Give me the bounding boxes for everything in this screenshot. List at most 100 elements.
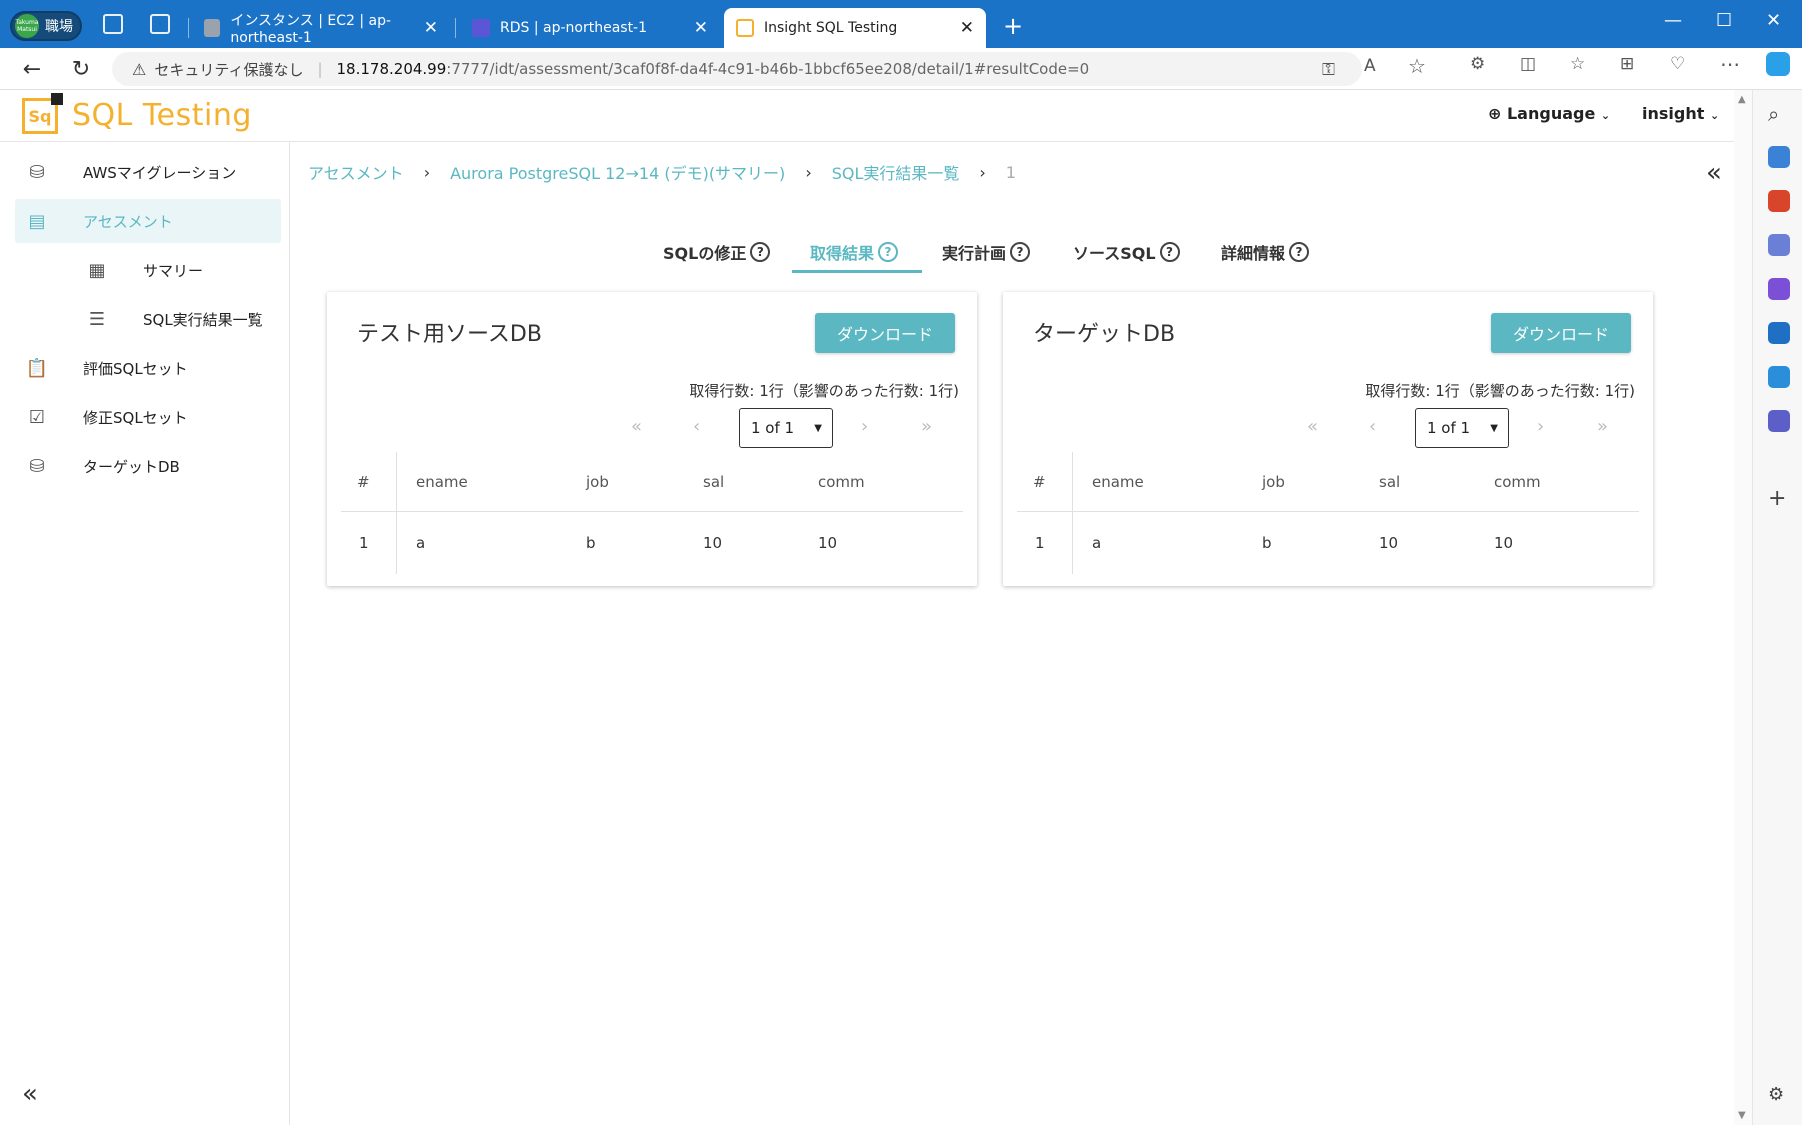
tab-actions-icon[interactable] — [150, 14, 170, 34]
browser-tab-ec2[interactable]: インスタンス | EC2 | ap-northeast-1 ✕ — [192, 8, 450, 48]
teams-icon[interactable] — [1768, 410, 1790, 432]
minimize-icon[interactable]: — — [1664, 10, 1682, 31]
database-icon: ⛁ — [29, 455, 45, 477]
page-select[interactable]: 1 of 1 ▼ — [739, 408, 833, 448]
add-sidebar-icon[interactable]: + — [1768, 486, 1790, 511]
new-tab-icon[interactable]: + — [1003, 12, 1023, 40]
scroll-up-icon[interactable]: ▲ — [1738, 94, 1746, 105]
outlook-icon[interactable] — [1768, 322, 1790, 344]
favorites-icon[interactable]: ☆ — [1570, 54, 1585, 74]
table-cell: a — [416, 534, 426, 552]
collapse-panel-icon[interactable]: « — [1706, 158, 1722, 188]
language-menu[interactable]: ⊕ Language ⌄ — [1488, 104, 1610, 123]
sidebar-item-fixed-sql-set[interactable]: ☑ 修正SQLセット — [15, 395, 281, 439]
row-count-text: 取得行数: 1行（影響のあった行数: 1行) — [689, 382, 959, 400]
tab-source-sql[interactable]: ソースSQL ? — [1073, 230, 1180, 274]
table-cell: 10 — [818, 534, 838, 552]
next-page-icon[interactable]: › — [1537, 416, 1544, 437]
chevron-right-icon: › — [423, 162, 431, 182]
browser-essentials-icon[interactable]: ♡ — [1670, 54, 1685, 74]
column-header: comm — [1494, 472, 1541, 491]
close-window-icon[interactable]: ✕ — [1766, 10, 1781, 31]
back-icon[interactable]: ← — [17, 54, 47, 84]
help-icon[interactable]: ? — [878, 242, 899, 262]
prev-page-icon[interactable]: ‹ — [1369, 416, 1376, 437]
table-cell: 1 — [1035, 534, 1045, 552]
settings-icon[interactable]: ⚙ — [1768, 1084, 1790, 1106]
sidebar-item-target-db[interactable]: ⛁ ターゲットDB — [15, 444, 281, 488]
help-icon[interactable]: ? — [1159, 242, 1180, 262]
help-icon[interactable]: ? — [1289, 242, 1310, 262]
tab-label: 詳細情報 — [1221, 244, 1286, 263]
close-tab-icon[interactable]: ✕ — [960, 18, 974, 38]
card-title: テスト用ソースDB — [357, 322, 542, 347]
tab-sql-fix[interactable]: SQLの修正 ? — [663, 230, 771, 274]
help-icon[interactable]: ? — [750, 242, 771, 262]
more-icon[interactable]: ⋯ — [1720, 52, 1740, 76]
browser-tab-insight[interactable]: Insight SQL Testing ✕ — [724, 8, 986, 48]
copilot-icon[interactable] — [1766, 52, 1790, 76]
scroll-down-icon[interactable]: ▼ — [1738, 1110, 1746, 1121]
page-select[interactable]: 1 of 1 ▼ — [1415, 408, 1509, 448]
prev-page-icon[interactable]: ‹ — [693, 416, 700, 437]
breadcrumb-assessment[interactable]: アセスメント — [308, 160, 404, 184]
help-icon[interactable]: ? — [1010, 242, 1031, 262]
ec2-favicon-icon — [204, 19, 221, 37]
app-logo-text[interactable]: SQL Testing — [72, 98, 252, 133]
send-icon[interactable] — [1768, 366, 1790, 388]
last-page-icon[interactable]: » — [1597, 416, 1608, 437]
user-menu[interactable]: insight ⌄ — [1642, 104, 1719, 123]
address-bar[interactable]: ⚠ セキュリティ保護なし | 18.178.204.99:7777/idt/as… — [112, 52, 1362, 86]
m365-icon[interactable] — [1768, 278, 1790, 300]
database-migrate-icon: ⛁ — [29, 161, 45, 183]
browser-tab-rds[interactable]: RDS | ap-northeast-1 ✕ — [460, 8, 720, 48]
extensions-icon[interactable]: ⚙ — [1470, 54, 1485, 74]
tab-separator — [455, 18, 456, 38]
next-page-icon[interactable]: › — [861, 416, 868, 437]
sidebar-item-aws-migration[interactable]: ⛁ AWSマイグレーション — [15, 150, 281, 194]
table-row: 1 a b 10 10 — [1017, 512, 1639, 574]
search-icon[interactable]: ⌕ — [1768, 102, 1790, 126]
close-tab-icon[interactable]: ✕ — [424, 18, 438, 38]
first-page-icon[interactable]: « — [631, 416, 642, 437]
tab-execution-plan[interactable]: 実行計画 ? — [942, 230, 1031, 274]
sidebar-item-sql-results[interactable]: ☰ SQL実行結果一覧 — [15, 297, 281, 341]
split-screen-icon[interactable]: ◫ — [1520, 54, 1536, 74]
source-db-card: テスト用ソースDB ダウンロード 取得行数: 1行（影響のあった行数: 1行) … — [327, 292, 977, 586]
reload-icon[interactable]: ↻ — [66, 54, 96, 84]
games-icon[interactable] — [1768, 234, 1790, 256]
tab-details[interactable]: 詳細情報 ? — [1221, 230, 1310, 274]
sidebar-item-eval-sql-set[interactable]: 📋 評価SQLセット — [15, 346, 281, 390]
read-aloud-icon[interactable]: A — [1364, 56, 1376, 76]
table-header-row: # ename job sal comm — [341, 452, 963, 512]
download-button[interactable]: ダウンロード — [815, 313, 955, 353]
favorite-icon[interactable]: ☆ — [1408, 54, 1426, 78]
sidebar-item-label: SQL実行結果一覧 — [143, 310, 263, 329]
close-tab-icon[interactable]: ✕ — [694, 18, 708, 38]
result-tabs: SQLの修正 ? 取得結果 ? 実行計画 ? ソースSQL ? 詳細情報 ? — [0, 230, 1734, 274]
page-scrollbar[interactable]: ▲ ▼ — [1734, 90, 1752, 1125]
shopping-icon[interactable] — [1768, 146, 1790, 168]
table-cell: 10 — [703, 534, 723, 552]
sidebar-item-label: アセスメント — [83, 212, 173, 231]
security-label[interactable]: セキュリティ保護なし — [154, 59, 303, 80]
column-header: sal — [1379, 472, 1401, 491]
table-cell: 10 — [1379, 534, 1399, 552]
profile-button[interactable]: Takuma Matsui 職場 — [10, 11, 82, 41]
maximize-icon[interactable]: ☐ — [1716, 10, 1732, 31]
workspaces-icon[interactable] — [103, 14, 123, 34]
breadcrumb-project[interactable]: Aurora PostgreSQL 12→14 (デモ)(サマリー) — [450, 160, 785, 184]
tab-fetch-result[interactable]: 取得結果 ? — [810, 230, 899, 274]
breadcrumb-current: 1 — [1005, 162, 1016, 182]
last-page-icon[interactable]: » — [921, 416, 932, 437]
collapse-sidebar-icon[interactable]: « — [22, 1079, 38, 1109]
logo-icon[interactable]: Sq — [22, 93, 63, 134]
caret-down-icon: ▼ — [814, 422, 822, 434]
warning-icon[interactable]: ⚠ — [132, 60, 146, 79]
key-icon[interactable]: ⚿ — [1322, 60, 1335, 80]
breadcrumb-sql-results[interactable]: SQL実行結果一覧 — [832, 160, 960, 184]
download-button[interactable]: ダウンロード — [1491, 313, 1631, 353]
first-page-icon[interactable]: « — [1307, 416, 1318, 437]
collections-icon[interactable]: ⊞ — [1620, 54, 1634, 74]
tools-icon[interactable] — [1768, 190, 1790, 212]
